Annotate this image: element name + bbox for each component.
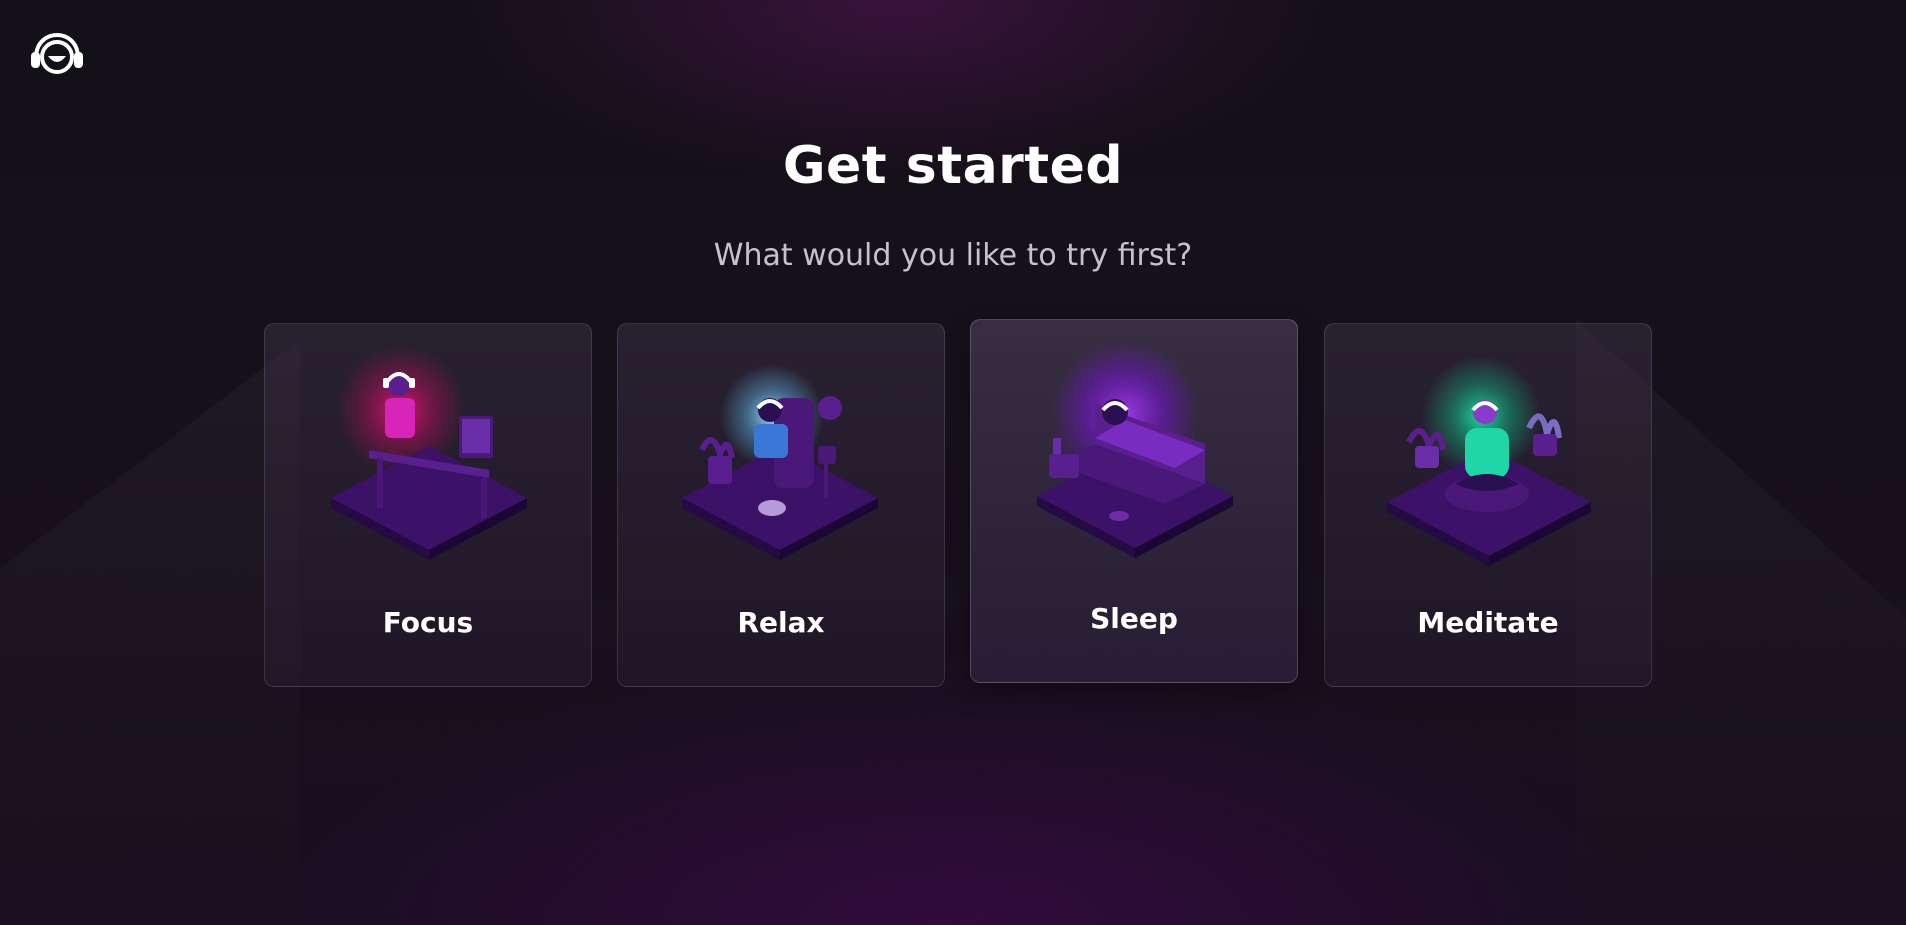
person-on-couch-illustration — [682, 364, 878, 560]
person-meditating-illustration — [1387, 356, 1591, 566]
option-card-meditate[interactable]: Meditate — [1324, 323, 1652, 687]
person-in-bed-illustration — [1037, 340, 1233, 558]
option-label: Focus — [382, 606, 474, 639]
page-subtitle: What would you like to try first? — [713, 238, 1193, 273]
person-at-desk-illustration — [331, 346, 527, 560]
option-label: Sleep — [1090, 602, 1178, 635]
page-title: Get started — [782, 136, 1124, 196]
background-shape-left — [0, 340, 300, 925]
option-card-relax[interactable]: Relax — [617, 323, 945, 687]
option-card-sleep[interactable]: Sleep — [970, 319, 1298, 683]
headphones-face-logo-icon[interactable] — [28, 32, 86, 74]
option-cards: Focus Relax Sleep Meditate — [264, 319, 1652, 689]
option-label: Meditate — [1417, 606, 1559, 639]
option-card-focus[interactable]: Focus — [264, 323, 592, 687]
option-label: Relax — [737, 606, 825, 639]
